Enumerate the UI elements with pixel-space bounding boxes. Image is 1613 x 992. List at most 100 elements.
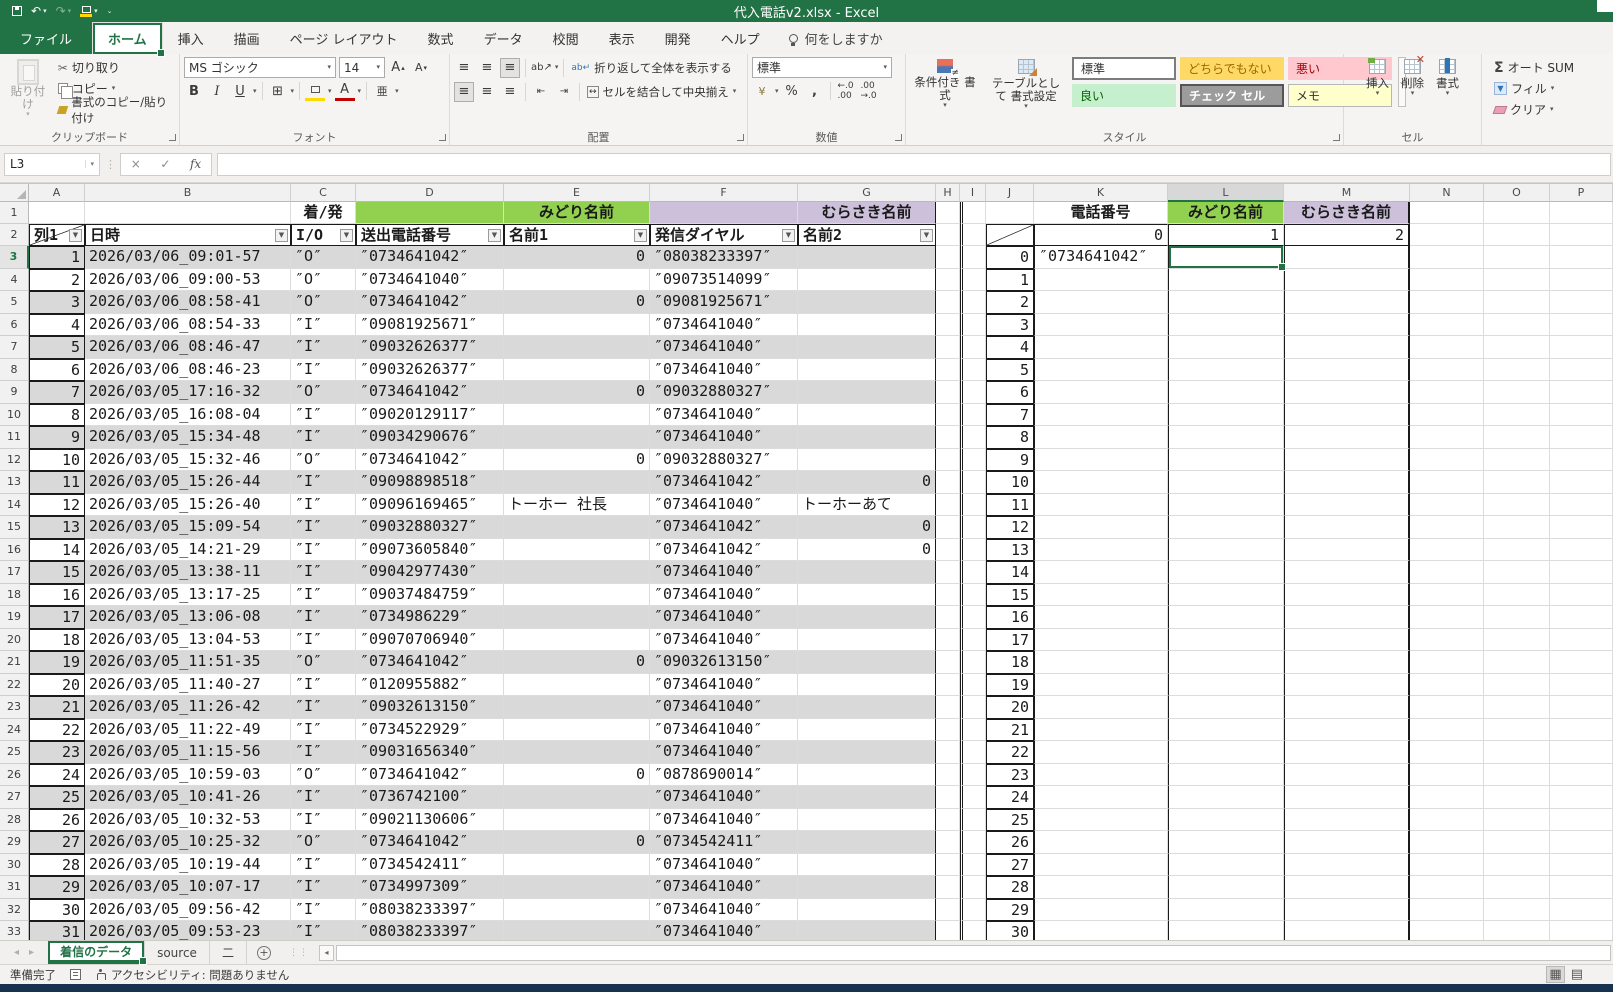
- cell-I19[interactable]: [960, 606, 986, 629]
- shrink-font-button[interactable]: A ▾: [411, 58, 431, 78]
- row-header-14[interactable]: 14: [0, 493, 29, 516]
- cell-O7[interactable]: [1484, 336, 1550, 359]
- cell-L32[interactable]: [1168, 898, 1284, 921]
- cell-C9[interactable]: ″O″: [291, 381, 356, 404]
- cell-C5[interactable]: ″O″: [291, 291, 356, 314]
- cell-A3[interactable]: 1: [29, 246, 85, 269]
- cell-M7[interactable]: [1284, 336, 1410, 359]
- filter-header-A[interactable]: 列1 ▼: [29, 224, 85, 246]
- cell-P14[interactable]: [1550, 493, 1613, 516]
- cell-C26[interactable]: ″O″: [291, 763, 356, 786]
- cell-I26[interactable]: [960, 763, 986, 786]
- cell-F20[interactable]: ″0734641040″: [650, 628, 798, 651]
- cell-C28[interactable]: ″I″: [291, 808, 356, 831]
- cell-L16[interactable]: [1168, 538, 1284, 561]
- cell-B11[interactable]: 2026/03/05_15:34-48: [85, 426, 291, 449]
- italic-button[interactable]: I: [207, 81, 227, 101]
- cell-N1[interactable]: [1410, 202, 1484, 224]
- cell-I18[interactable]: [960, 583, 986, 606]
- accessibility-status[interactable]: アクセシビリティ: 問題ありません: [95, 967, 289, 983]
- dialog-launcher-icon[interactable]: [737, 134, 744, 141]
- cell-B9[interactable]: 2026/03/05_17:16-32: [85, 381, 291, 404]
- cell-D22[interactable]: ″0120955882″: [356, 673, 504, 696]
- filter-dropdown-icon[interactable]: ▼: [340, 228, 353, 242]
- cell-D15[interactable]: ″09032880327″: [356, 516, 504, 539]
- cell-E21[interactable]: 0: [504, 651, 650, 674]
- cell-C21[interactable]: ″O″: [291, 651, 356, 674]
- cell-K3[interactable]: ″0734641042″: [1034, 246, 1168, 269]
- cell-P21[interactable]: [1550, 651, 1613, 674]
- cell-H6[interactable]: [936, 313, 960, 336]
- cell-P18[interactable]: [1550, 583, 1613, 606]
- cell-B23[interactable]: 2026/03/05_11:26-42: [85, 696, 291, 719]
- cell-G29[interactable]: [798, 831, 936, 854]
- cell-P13[interactable]: [1550, 471, 1613, 494]
- cell-L15[interactable]: [1168, 516, 1284, 539]
- cell-G21[interactable]: [798, 651, 936, 674]
- cell-H27[interactable]: [936, 786, 960, 809]
- cell-P25[interactable]: [1550, 741, 1613, 764]
- cell-E12[interactable]: 0: [504, 448, 650, 471]
- cell-E33[interactable]: [504, 921, 650, 940]
- paste-button[interactable]: 貼り付け ▾: [4, 57, 52, 120]
- cell-I13[interactable]: [960, 471, 986, 494]
- cell-J29[interactable]: 26: [986, 831, 1034, 854]
- orientation-button[interactable]: ab↗: [531, 58, 552, 78]
- cell-G22[interactable]: [798, 673, 936, 696]
- cell-J28[interactable]: 25: [986, 808, 1034, 831]
- cell-H18[interactable]: [936, 583, 960, 606]
- cell-H3[interactable]: [936, 246, 960, 269]
- cell-E18[interactable]: [504, 583, 650, 606]
- cell-C7[interactable]: ″I″: [291, 336, 356, 359]
- cell-L4[interactable]: [1168, 268, 1284, 291]
- cell-D6[interactable]: ″09081925671″: [356, 313, 504, 336]
- cell-K32[interactable]: [1034, 898, 1168, 921]
- cell-O21[interactable]: [1484, 651, 1550, 674]
- cell-E26[interactable]: 0: [504, 763, 650, 786]
- filter-dropdown-icon[interactable]: ▼: [275, 228, 288, 242]
- cell-P33[interactable]: [1550, 921, 1613, 940]
- cell-B10[interactable]: 2026/03/05_16:08-04: [85, 403, 291, 426]
- cell-G32[interactable]: [798, 898, 936, 921]
- cell-B1[interactable]: [85, 202, 291, 224]
- cell-P28[interactable]: [1550, 808, 1613, 831]
- cell-I28[interactable]: [960, 808, 986, 831]
- cell-G13[interactable]: 0: [798, 471, 936, 494]
- cell-E32[interactable]: [504, 898, 650, 921]
- cell-P12[interactable]: [1550, 448, 1613, 471]
- cell-D4[interactable]: ″0734641040″: [356, 268, 504, 291]
- cell-O13[interactable]: [1484, 471, 1550, 494]
- tab-formulas[interactable]: 数式: [413, 22, 469, 54]
- cell-E30[interactable]: [504, 853, 650, 876]
- cell-G20[interactable]: [798, 628, 936, 651]
- cell-O6[interactable]: [1484, 313, 1550, 336]
- cell-L1[interactable]: みどり名前: [1168, 202, 1284, 224]
- cell-I29[interactable]: [960, 831, 986, 854]
- cell-M21[interactable]: [1284, 651, 1410, 674]
- cell-E7[interactable]: [504, 336, 650, 359]
- cell-G12[interactable]: [798, 448, 936, 471]
- cell-P4[interactable]: [1550, 268, 1613, 291]
- cell-P30[interactable]: [1550, 853, 1613, 876]
- tab-developer[interactable]: 開発: [650, 22, 706, 54]
- cell-H26[interactable]: [936, 763, 960, 786]
- cell-L12[interactable]: [1168, 448, 1284, 471]
- cell-G19[interactable]: [798, 606, 936, 629]
- filter-dropdown-icon[interactable]: ▼: [782, 228, 795, 242]
- row-header-29[interactable]: 29: [0, 831, 29, 854]
- cell-E31[interactable]: [504, 876, 650, 899]
- cell-H11[interactable]: [936, 426, 960, 449]
- cell-L9[interactable]: [1168, 381, 1284, 404]
- cell-J32[interactable]: 29: [986, 898, 1034, 921]
- cell-L30[interactable]: [1168, 853, 1284, 876]
- cell-J12[interactable]: 9: [986, 448, 1034, 471]
- cell-G18[interactable]: [798, 583, 936, 606]
- cell-G8[interactable]: [798, 358, 936, 381]
- cell-P23[interactable]: [1550, 696, 1613, 719]
- cell-B29[interactable]: 2026/03/05_10:25-32: [85, 831, 291, 854]
- cell-N25[interactable]: [1410, 741, 1484, 764]
- cell-J33[interactable]: 30: [986, 921, 1034, 940]
- cell-M19[interactable]: [1284, 606, 1410, 629]
- cell-E6[interactable]: [504, 313, 650, 336]
- cell-N27[interactable]: [1410, 786, 1484, 809]
